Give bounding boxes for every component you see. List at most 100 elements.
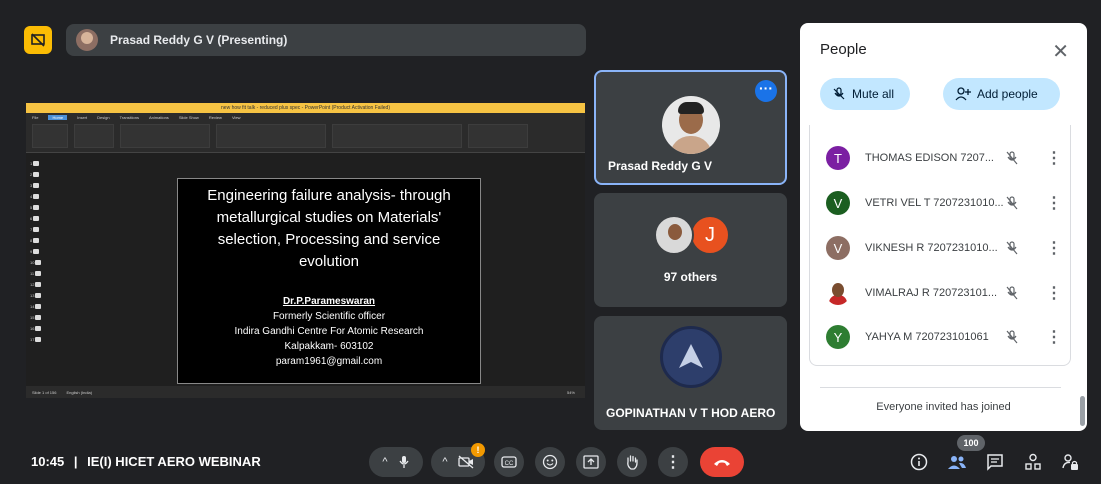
- captions-icon: CC: [501, 456, 517, 468]
- ppt-tab: Transitions: [119, 114, 140, 120]
- ribbon-group: [468, 124, 528, 148]
- ppt-editor: 1 2 3 4 5 6 7 8 9 10 11 12 13 14 15 16 1…: [26, 155, 585, 386]
- participant-avatar-letter: J: [690, 215, 730, 255]
- thumb: 8: [30, 236, 48, 244]
- mic-icon[interactable]: [398, 455, 410, 469]
- thumb: 15: [30, 313, 48, 321]
- zoom-level: 54%: [566, 389, 575, 395]
- more-options-icon[interactable]: ⋮: [1046, 238, 1062, 258]
- participant-name: Prasad Reddy G V: [608, 159, 713, 173]
- thumb: 14: [30, 302, 48, 310]
- present-button[interactable]: [576, 447, 606, 477]
- activities-button[interactable]: [1022, 451, 1044, 473]
- thumb: 4: [30, 192, 48, 200]
- participant-initial: T: [826, 146, 850, 170]
- thumb: 3: [30, 181, 48, 189]
- emoji-icon: [542, 454, 558, 470]
- thumb: 7: [30, 225, 48, 233]
- raise-hand-button[interactable]: [617, 447, 647, 477]
- more-options-icon[interactable]: ···: [755, 80, 777, 102]
- chat-button[interactable]: [984, 451, 1006, 473]
- more-options-icon[interactable]: ⋮: [1046, 283, 1062, 303]
- camera-off-icon[interactable]: [457, 455, 474, 469]
- ppt-window-title: new how fit talk - reduced plus spec - P…: [26, 103, 585, 113]
- participant-tile-others[interactable]: J 97 others: [594, 193, 787, 307]
- clock-time: 10:45: [31, 454, 65, 469]
- thumb: 13: [30, 291, 48, 299]
- svg-text:CC: CC: [505, 461, 514, 467]
- invited-status: Everyone invited has joined: [876, 401, 1011, 413]
- participant-name: VIMALRAJ R 720723101...: [865, 287, 998, 299]
- add-people-button[interactable]: Add people: [943, 78, 1060, 110]
- more-options-button[interactable]: ⋮: [658, 447, 688, 477]
- present-screen-icon: [583, 455, 599, 469]
- more-options-icon[interactable]: ⋮: [1046, 148, 1062, 168]
- ribbon-group: [216, 124, 326, 148]
- participant-initial: V: [826, 191, 850, 215]
- thumb: 2: [30, 170, 48, 178]
- mic-control[interactable]: ^: [369, 447, 423, 477]
- people-panel: People ✕ Mute all Add people T THOMAS ED…: [800, 23, 1087, 431]
- mic-off-icon: [1006, 330, 1018, 344]
- participant-row[interactable]: V VIKNESH R 7207231010... ⋮: [810, 228, 1070, 268]
- ppt-tab: Home: [48, 114, 68, 120]
- meeting-name: IE(I) HICET AERO WEBINAR: [87, 454, 261, 469]
- more-options-icon[interactable]: ⋮: [1046, 327, 1062, 347]
- ribbon-group: [32, 124, 68, 148]
- participant-initial: Y: [826, 325, 850, 349]
- more-options-icon[interactable]: ⋮: [1046, 193, 1062, 213]
- mic-off-icon: [1006, 151, 1018, 165]
- more-vert-icon: ⋮: [665, 454, 681, 471]
- emoji-button[interactable]: [535, 447, 565, 477]
- ppt-ribbon-tabs: File Home Insert Design Transitions Anim…: [26, 113, 585, 121]
- slide-line: param1961@gmail.com: [275, 356, 383, 367]
- participant-initial: V: [826, 236, 850, 260]
- mic-off-icon: [1006, 286, 1018, 300]
- shared-screen: new how fit talk - reduced plus spec - P…: [26, 103, 585, 398]
- participant-row[interactable]: T THOMAS EDISON 7207... ⋮: [810, 138, 1070, 178]
- close-icon[interactable]: ✕: [1052, 39, 1069, 64]
- ppt-tab: Insert: [77, 114, 88, 120]
- ppt-tab: View: [231, 114, 241, 120]
- participant-avatar: [826, 281, 850, 305]
- others-count: 97 others: [663, 270, 718, 284]
- alert-badge: !: [471, 443, 485, 457]
- chevron-up-icon[interactable]: ^: [382, 456, 387, 468]
- presentation-off-icon[interactable]: [24, 26, 52, 54]
- thumb: 11: [30, 269, 48, 277]
- panel-scrollbar[interactable]: [1080, 396, 1085, 426]
- participant-tile-presenter[interactable]: ··· Prasad Reddy G V: [594, 70, 787, 185]
- mute-all-button[interactable]: Mute all: [820, 78, 910, 110]
- host-controls-button[interactable]: [1059, 451, 1081, 473]
- chat-icon: [987, 454, 1003, 471]
- chevron-up-icon[interactable]: ^: [442, 456, 447, 468]
- divider: [820, 387, 1061, 388]
- ppt-tab: Animations: [149, 114, 169, 120]
- mic-off-icon: [1006, 196, 1018, 210]
- participant-name: GOPINATHAN V T HOD AERO: [606, 406, 776, 420]
- end-call-icon: [714, 460, 730, 466]
- captions-button[interactable]: CC: [494, 447, 524, 477]
- panel-title: People: [820, 41, 867, 58]
- end-call-button[interactable]: [700, 447, 744, 477]
- participant-name: THOMAS EDISON 7207...: [865, 152, 994, 164]
- presenter-avatar: [76, 29, 98, 51]
- slide-author: Dr.P.Parameswaran: [282, 296, 376, 307]
- ppt-tab: Slide Show: [178, 114, 199, 120]
- people-button[interactable]: [946, 451, 968, 473]
- slide-line: Formerly Scientific officer: [272, 311, 386, 322]
- meeting-details-button[interactable]: [908, 451, 930, 473]
- participant-row[interactable]: V VETRI VEL T 7207231010... ⋮: [810, 183, 1070, 223]
- current-slide: Engineering failure analysis- through me…: [177, 178, 481, 384]
- participant-avatar: [662, 96, 720, 154]
- thumb: 16: [30, 324, 48, 332]
- ppt-tab: Design: [97, 114, 110, 120]
- meeting-info: 10:45 | IE(I) HICET AERO WEBINAR: [31, 454, 261, 469]
- thumb: 6: [30, 214, 48, 222]
- participant-name: VETRI VEL T 7207231010...: [865, 197, 1004, 209]
- participant-row[interactable]: Y YAHYA M 720723101061 ⋮: [810, 317, 1070, 357]
- people-count-badge: 100: [957, 435, 985, 451]
- participant-tile-hod[interactable]: GOPINATHAN V T HOD AERO: [594, 316, 787, 430]
- participant-row[interactable]: VIMALRAJ R 720723101... ⋮: [810, 273, 1070, 313]
- mic-off-icon: [833, 87, 845, 100]
